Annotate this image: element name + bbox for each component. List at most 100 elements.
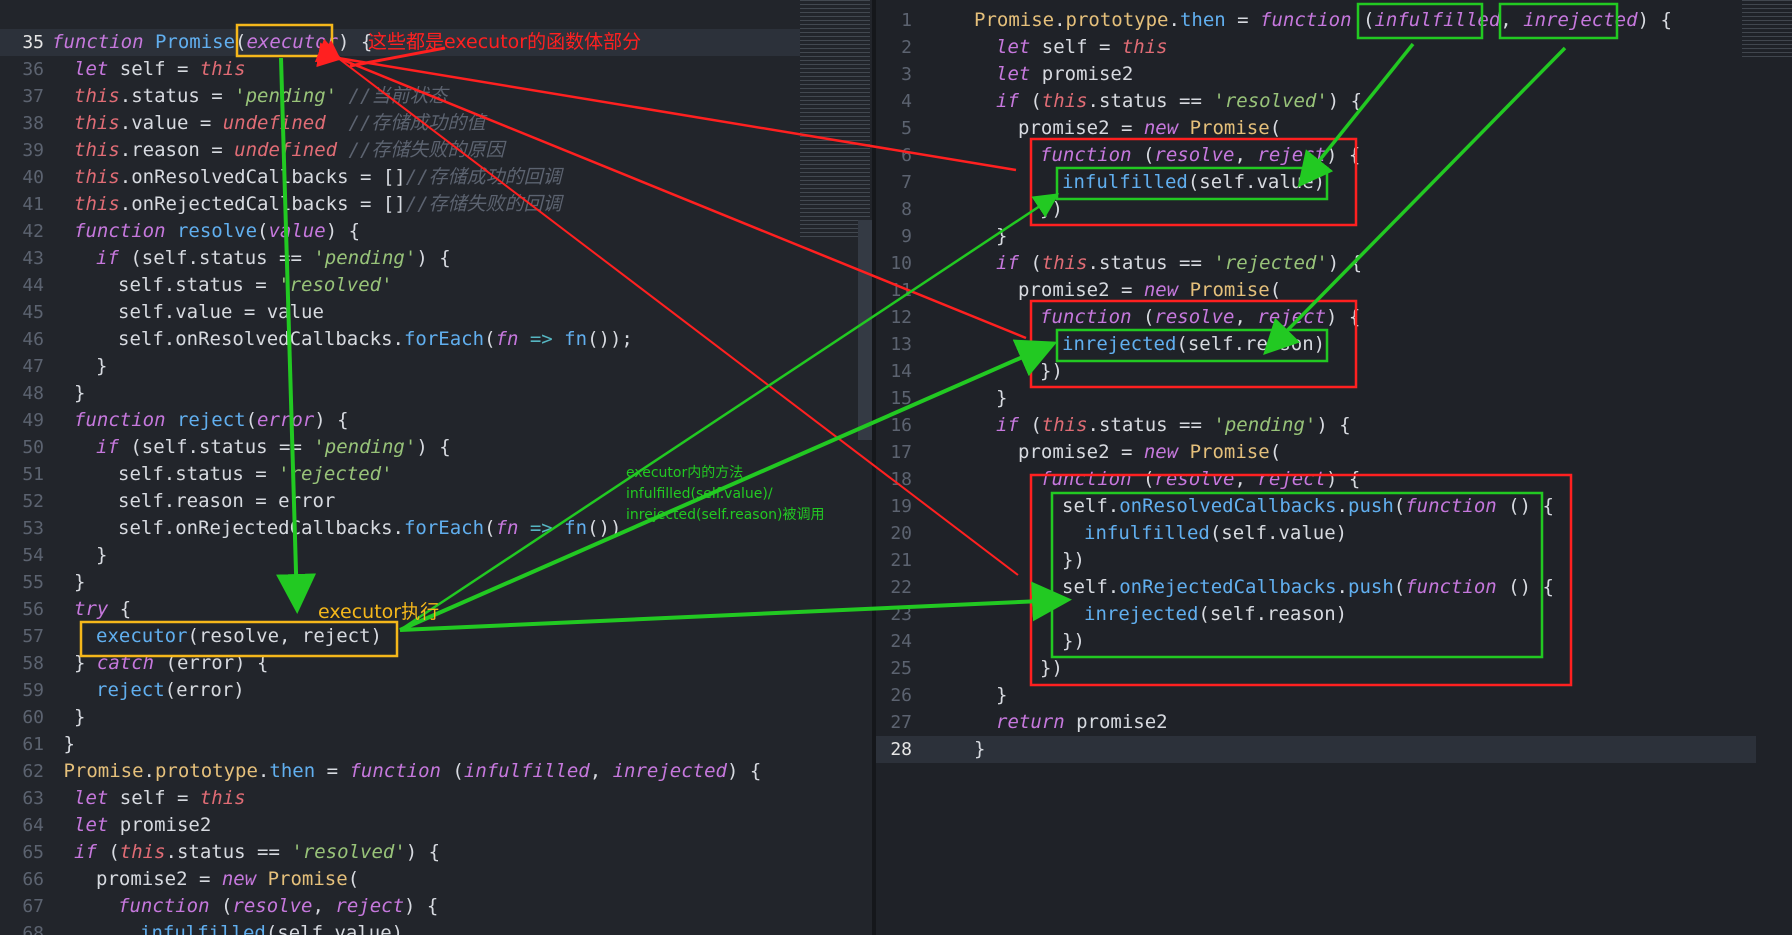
code-token: this — [74, 193, 120, 215]
line-code: } — [96, 353, 107, 380]
code-line[interactable]: 7 infulfilled(self.value) — [876, 169, 1756, 196]
code-line[interactable]: 9} — [876, 223, 1756, 250]
code-token: promise2 — [1076, 711, 1168, 733]
code-line[interactable]: 37 this.status = 'pending' //当前状态 — [0, 83, 800, 110]
code-line[interactable]: 41 this.onRejectedCallbacks = []//存储失败的回调 — [0, 191, 800, 218]
code-line[interactable]: 55} — [0, 569, 800, 596]
code-line[interactable]: 49 function reject(error) { — [0, 407, 800, 434]
line-number: 62 — [22, 761, 44, 782]
code-token: reject — [1257, 468, 1327, 490]
code-line[interactable]: 45 self.value = value — [0, 299, 800, 326]
code-token: self.status = — [118, 463, 279, 485]
code-line[interactable]: 17 promise2 = new Promise( — [876, 439, 1756, 466]
code-line[interactable]: 63 let self = this — [0, 785, 800, 812]
line-number: 4 — [901, 91, 912, 112]
line-number: 35 — [22, 32, 44, 53]
code-line[interactable]: 59 reject(error) — [0, 677, 800, 704]
code-line[interactable]: 68 infulfilled(self.value) — [0, 920, 800, 935]
code-line[interactable]: 60} — [0, 704, 800, 731]
code-token: function — [52, 31, 155, 53]
code-token: inrejected — [1084, 603, 1199, 625]
code-line[interactable]: 19 self.onResolvedCallbacks.push(function… — [876, 493, 1756, 520]
code-line[interactable]: 2 let self = this — [876, 34, 1756, 61]
code-line[interactable]: 47} — [0, 353, 800, 380]
executor-runs-label: executor执行 — [318, 601, 440, 623]
code-line[interactable]: 67 function (resolve, reject) { — [0, 893, 800, 920]
methods-called-line-1: executor内的方法 — [626, 465, 744, 481]
code-line[interactable]: 42 function resolve(value) { — [0, 218, 800, 245]
right-editor-pane[interactable]: 1 Promise.prototype.then = function (infu… — [876, 0, 1792, 935]
line-number: 15 — [890, 388, 912, 409]
code-line[interactable]: 64 let promise2 — [0, 812, 800, 839]
code-line[interactable]: 62 Promise.prototype.then = function (in… — [0, 758, 800, 785]
code-line[interactable]: 4 if (this.status == 'resolved') { — [876, 88, 1756, 115]
code-line[interactable]: 13 inrejected(self.reason) — [876, 331, 1756, 358]
code-line[interactable]: 48} — [0, 380, 800, 407]
code-line[interactable]: 8}) — [876, 196, 1756, 223]
code-token: . — [1336, 495, 1348, 517]
line-code: function (resolve, reject) { — [1040, 466, 1360, 493]
code-line[interactable]: 22 self.onRejectedCallbacks.push(function… — [876, 574, 1756, 601]
code-line[interactable]: 57 executor(resolve, reject) — [0, 623, 800, 650]
code-token: reject — [335, 895, 405, 917]
code-line[interactable]: 12 function (resolve, reject) { — [876, 304, 1756, 331]
code-token: this — [1041, 414, 1088, 436]
code-line[interactable]: 36 let self = this — [0, 56, 800, 83]
code-line[interactable]: 27 return promise2 — [876, 709, 1756, 736]
line-number: 28 — [890, 739, 912, 760]
code-token: ( — [220, 895, 233, 917]
line-number: 45 — [22, 302, 44, 323]
code-token: infulfilled — [1062, 171, 1188, 193]
code-line[interactable]: 18 function (resolve, reject) { — [876, 466, 1756, 493]
code-token: => — [518, 517, 565, 539]
code-token: .status == — [165, 841, 292, 863]
code-line[interactable]: 14}) — [876, 358, 1756, 385]
left-scrollbar[interactable] — [858, 220, 872, 440]
code-token: , — [589, 760, 613, 782]
code-line[interactable]: 44 self.status = 'resolved' — [0, 272, 800, 299]
code-line[interactable]: 28} — [876, 736, 1756, 763]
line-code: } — [996, 223, 1007, 250]
code-line[interactable]: 1 Promise.prototype.then = function (infu… — [876, 7, 1756, 34]
line-code: if (this.status == 'rejected') { — [996, 250, 1362, 277]
code-line[interactable]: 10 if (this.status == 'rejected') { — [876, 250, 1756, 277]
code-line[interactable]: 23 inrejected(self.reason) — [876, 601, 1756, 628]
code-token: Promise — [267, 868, 348, 890]
code-token: undefined — [234, 139, 338, 161]
line-code: } — [74, 704, 85, 731]
code-line[interactable]: 15} — [876, 385, 1756, 412]
code-line[interactable]: 66 promise2 = new Promise( — [0, 866, 800, 893]
line-number: 38 — [22, 113, 44, 134]
code-token: ) { — [416, 436, 451, 458]
line-number: 58 — [22, 653, 44, 674]
code-line[interactable]: 5 promise2 = new Promise( — [876, 115, 1756, 142]
code-line[interactable]: 11 promise2 = new Promise( — [876, 277, 1756, 304]
code-line[interactable]: 16 if (this.status == 'pending') { — [876, 412, 1756, 439]
code-line[interactable]: 20 infulfilled(self.value) — [876, 520, 1756, 547]
code-line[interactable]: 3 let promise2 — [876, 61, 1756, 88]
left-minimap[interactable] — [800, 0, 870, 240]
code-line[interactable]: 24}) — [876, 628, 1756, 655]
line-number: 5 — [901, 118, 912, 139]
code-line[interactable]: 25}) — [876, 655, 1756, 682]
code-line[interactable]: 54} — [0, 542, 800, 569]
code-token: new — [1143, 279, 1190, 301]
code-token: self = — [119, 787, 200, 809]
right-minimap[interactable] — [1742, 0, 1792, 60]
code-line[interactable]: 58} catch (error) { — [0, 650, 800, 677]
code-line[interactable]: 50 if (self.status == 'pending') { — [0, 434, 800, 461]
code-line[interactable]: 21}) — [876, 547, 1756, 574]
code-line[interactable]: 65 if (this.status == 'resolved') { — [0, 839, 800, 866]
code-line[interactable]: 6 function (resolve, reject) { — [876, 142, 1756, 169]
code-line[interactable]: 39 this.reason = undefined //存储失败的原因 — [0, 137, 800, 164]
code-token: .status == — [1087, 90, 1214, 112]
line-code: } — [996, 682, 1007, 709]
code-line[interactable]: 40 this.onResolvedCallbacks = []//存储成功的回调 — [0, 164, 800, 191]
code-line[interactable]: 26} — [876, 682, 1756, 709]
code-line[interactable]: 43 if (self.status == 'pending') { — [0, 245, 800, 272]
code-line[interactable]: 38 this.value = undefined //存储成功的值 — [0, 110, 800, 137]
line-number: 68 — [22, 923, 44, 935]
code-line[interactable]: 61 } — [0, 731, 800, 758]
code-line[interactable]: 46 self.onResolvedCallbacks.forEach(fn =>… — [0, 326, 800, 353]
line-code: this.onResolvedCallbacks = []//存储成功的回调 — [74, 164, 562, 191]
